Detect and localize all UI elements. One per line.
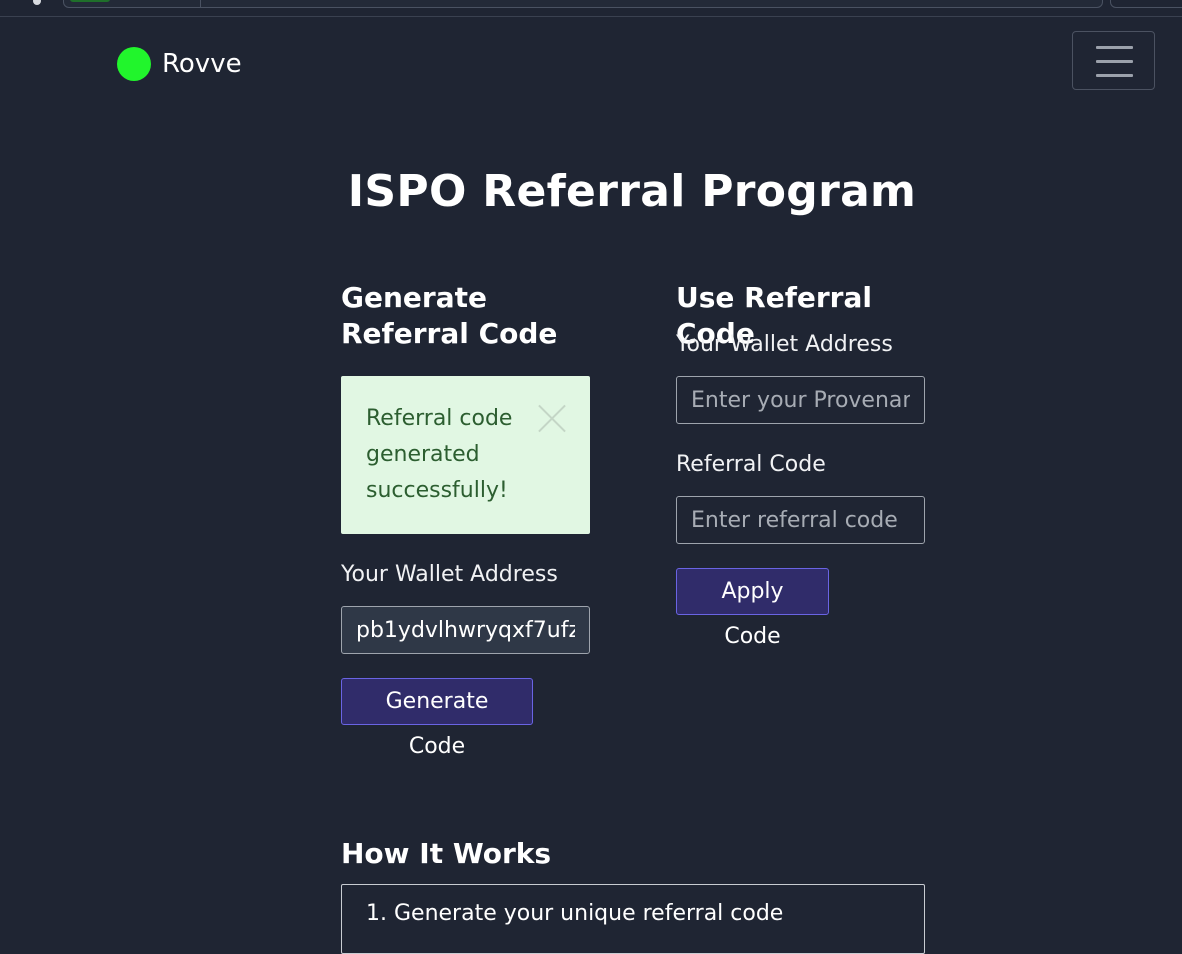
browser-side-button[interactable] [1110,0,1182,8]
use-wallet-label: Your Wallet Address [676,332,893,357]
how-it-works-heading: How It Works [341,837,552,870]
brand-logo-icon [117,47,151,81]
browser-toolbar [0,0,1182,17]
site-badge [70,0,110,2]
address-bar[interactable] [63,0,1103,8]
success-alert: Referral code generated successfully! [341,376,590,534]
use-wallet-input[interactable] [676,376,925,424]
brand-link[interactable]: Rovve [117,47,242,81]
generate-code-button[interactable]: Generate Code [341,678,533,759]
alert-message: Referral code generated successfully! [366,406,513,503]
generate-wallet-input[interactable] [341,606,590,654]
navbar: Rovve [0,17,1182,107]
generate-section: Generate Referral Code [341,280,601,352]
menu-icon-bar [1096,74,1133,77]
address-bar-divider [200,0,201,8]
page-title: ISPO Referral Program [347,166,917,217]
generate-heading: Generate Referral Code [341,281,558,350]
menu-icon [1096,46,1133,49]
close-icon[interactable] [539,405,566,432]
menu-icon-bar [1096,60,1133,63]
hamburger-menu-button[interactable] [1072,31,1155,90]
referral-code-label: Referral Code [676,452,826,477]
list-item: 1. Generate your unique referral code [341,884,925,954]
browser-icon [33,0,41,5]
referral-code-input[interactable] [676,496,925,544]
apply-code-button[interactable]: Apply Code [676,568,829,649]
generate-wallet-label: Your Wallet Address [341,562,558,587]
brand-name: Rovve [162,49,242,79]
